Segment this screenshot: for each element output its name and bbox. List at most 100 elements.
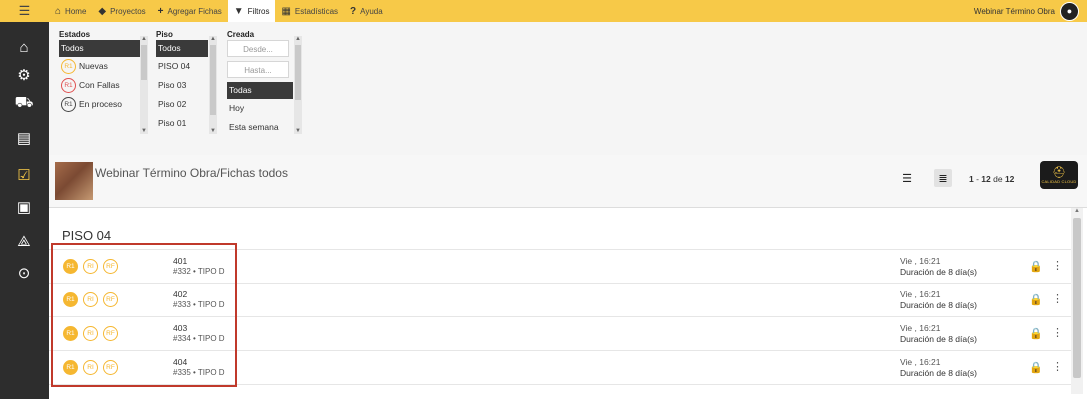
- created-date: Vie , 16:21: [900, 289, 941, 299]
- avatar[interactable]: ●: [1060, 1, 1079, 21]
- filter-estados-title: Estados: [59, 30, 91, 39]
- r1-badge-icon: R1: [63, 259, 78, 274]
- lock-icon[interactable]: 🔒: [1029, 361, 1043, 374]
- created-date: Vie , 16:21: [900, 323, 941, 333]
- more-options-icon[interactable]: ⋮: [1052, 259, 1063, 272]
- r1-badge-icon: R1: [63, 360, 78, 375]
- gears-icon[interactable]: ⚙: [12, 64, 36, 86]
- rf-badge-icon: RF: [103, 360, 118, 375]
- project-header: Webinar Término Obra/Fichas todos ☰ ≣ 1 …: [49, 155, 1087, 208]
- chart-icon: ▦: [281, 5, 291, 17]
- duration: Duración de 8 día(s): [900, 368, 978, 378]
- more-options-icon[interactable]: ⋮: [1052, 292, 1063, 305]
- more-options-icon[interactable]: ⋮: [1052, 360, 1063, 373]
- truck-icon[interactable]: ⛟: [12, 92, 36, 114]
- nav-estadisticas-label: Estadísticas: [294, 6, 339, 16]
- compass-icon[interactable]: ⟁: [12, 230, 36, 252]
- plus-icon: +: [157, 5, 164, 17]
- pagination: 1 - 12 de 12: [969, 174, 1014, 184]
- home-icon: ⌂: [55, 5, 62, 17]
- id-card-icon[interactable]: ▣: [12, 196, 36, 218]
- home-icon[interactable]: ⌂: [12, 36, 36, 58]
- scroll-up-icon[interactable]: ▲: [209, 36, 217, 42]
- list-item[interactable]: R1 RI RF 404 #335 • TIPO D Vie , 16:21 D…: [49, 351, 1071, 385]
- tag-icon: ◆: [98, 5, 107, 17]
- hasta-field[interactable]: Hasta...: [227, 61, 289, 78]
- estados-scrollbar[interactable]: ▲ ▼: [140, 36, 148, 134]
- unit-number: 403: [173, 323, 188, 333]
- status-badges: R1 RI RF: [63, 326, 118, 341]
- scroll-thumb[interactable]: [210, 45, 216, 115]
- nav-home[interactable]: ⌂ Home: [49, 0, 92, 22]
- creada-scrollbar[interactable]: ▲ ▼: [294, 36, 302, 134]
- list-view-icon[interactable]: ≣: [934, 169, 952, 187]
- lock-icon[interactable]: 🔒: [1029, 293, 1043, 306]
- menu-icon[interactable]: ☰: [0, 0, 49, 22]
- unit-subtitle: #335 • TIPO D: [173, 368, 225, 377]
- list-item[interactable]: R1 RI RF 401 #332 • TIPO D Vie , 16:21 D…: [49, 249, 1071, 284]
- scroll-thumb[interactable]: [295, 45, 301, 100]
- filter-piso-option[interactable]: PISO 04: [156, 57, 208, 76]
- filter-estados-option[interactable]: R1 Nuevas: [59, 57, 141, 76]
- nav-filtros-label: Filtros: [247, 6, 270, 16]
- status-badges: R1 RI RF: [63, 259, 118, 274]
- list-item[interactable]: R1 RI RF 402 #333 • TIPO D Vie , 16:21 D…: [49, 283, 1071, 317]
- nav-agregar-fichas-label: Agregar Fichas: [167, 6, 222, 16]
- checklist-icon[interactable]: ☑: [12, 164, 36, 186]
- unit-subtitle: #332 • TIPO D: [173, 267, 225, 276]
- user-menu[interactable]: Webinar Término Obra ●: [974, 0, 1079, 22]
- list-item[interactable]: R1 RI RF 403 #334 • TIPO D Vie , 16:21 D…: [49, 317, 1071, 351]
- scroll-down-icon[interactable]: ▼: [294, 128, 302, 134]
- filter-estados-selected[interactable]: Todos: [59, 40, 141, 57]
- document-icon[interactable]: ▤: [12, 127, 36, 149]
- filter-creada-title: Creada: [227, 30, 255, 39]
- filter-piso-option[interactable]: Piso 03: [156, 76, 208, 95]
- piso-scrollbar[interactable]: ▲ ▼: [209, 36, 217, 134]
- scroll-thumb[interactable]: [141, 45, 147, 80]
- calidad-cloud-logo[interactable]: ⛑ CALIDAD CLOUD: [1040, 161, 1078, 189]
- nav-filtros[interactable]: ▼ Filtros: [227, 0, 276, 22]
- duration: Duración de 8 día(s): [900, 267, 978, 277]
- nav-agregar-fichas[interactable]: + Agregar Fichas: [152, 0, 228, 22]
- page-title: Webinar Término Obra/Fichas todos: [95, 166, 288, 180]
- unit-number: 404: [173, 357, 188, 367]
- user-name: Webinar Término Obra: [973, 6, 1055, 16]
- list-scrollbar[interactable]: ▲: [1071, 208, 1083, 394]
- duration: Duración de 8 día(s): [900, 300, 978, 310]
- lock-icon[interactable]: 🔒: [1029, 260, 1043, 273]
- more-options-icon[interactable]: ⋮: [1052, 326, 1063, 339]
- filter-creada-selected[interactable]: Todas: [227, 82, 293, 99]
- pager-end: 12: [981, 174, 991, 184]
- filter-piso-selected[interactable]: Todos: [156, 40, 208, 57]
- status-badges: R1 RI RF: [63, 360, 118, 375]
- ri-badge-icon: RI: [83, 326, 98, 341]
- r1-badge-icon: R1: [63, 326, 78, 341]
- filter-creada-option[interactable]: Esta semana: [227, 118, 293, 137]
- nav-ayuda[interactable]: ? Ayuda: [344, 0, 389, 22]
- scroll-up-icon[interactable]: ▲: [1071, 208, 1083, 214]
- ri-badge-icon: RI: [83, 360, 98, 375]
- scroll-up-icon[interactable]: ▲: [294, 36, 302, 42]
- option-label: En proceso: [79, 99, 122, 109]
- scroll-thumb[interactable]: [1073, 218, 1081, 378]
- scroll-down-icon[interactable]: ▼: [140, 128, 148, 134]
- lock-icon[interactable]: 🔒: [1029, 327, 1043, 340]
- section-title: PISO 04: [62, 228, 112, 243]
- option-label: Con Fallas: [79, 80, 120, 90]
- rf-badge-icon: RF: [103, 292, 118, 307]
- search-chart-icon[interactable]: ⊙: [12, 262, 36, 284]
- filter-estados: Estados Todos R1 Nuevas R1 Con Fallas R1…: [59, 30, 141, 114]
- pager-total: 12: [1004, 174, 1015, 184]
- filter-estados-option[interactable]: R1 En proceso: [59, 95, 141, 114]
- nav-estadisticas[interactable]: ▦ Estadísticas: [275, 0, 344, 22]
- nav-proyectos[interactable]: ◆ Proyectos: [92, 0, 151, 22]
- scroll-down-icon[interactable]: ▼: [209, 128, 217, 134]
- filter-piso-option[interactable]: Piso 01: [156, 114, 208, 133]
- desde-field[interactable]: Desde...: [227, 40, 289, 57]
- filter-piso-option[interactable]: Piso 02: [156, 95, 208, 114]
- scroll-up-icon[interactable]: ▲: [140, 36, 148, 42]
- filter-creada-option[interactable]: Hoy: [227, 99, 293, 118]
- filter-estados-option[interactable]: R1 Con Fallas: [59, 76, 141, 95]
- top-nav: ⌂ Home ◆ Proyectos + Agregar Fichas ▼ Fi…: [49, 0, 389, 22]
- compact-view-icon[interactable]: ☰: [898, 169, 916, 187]
